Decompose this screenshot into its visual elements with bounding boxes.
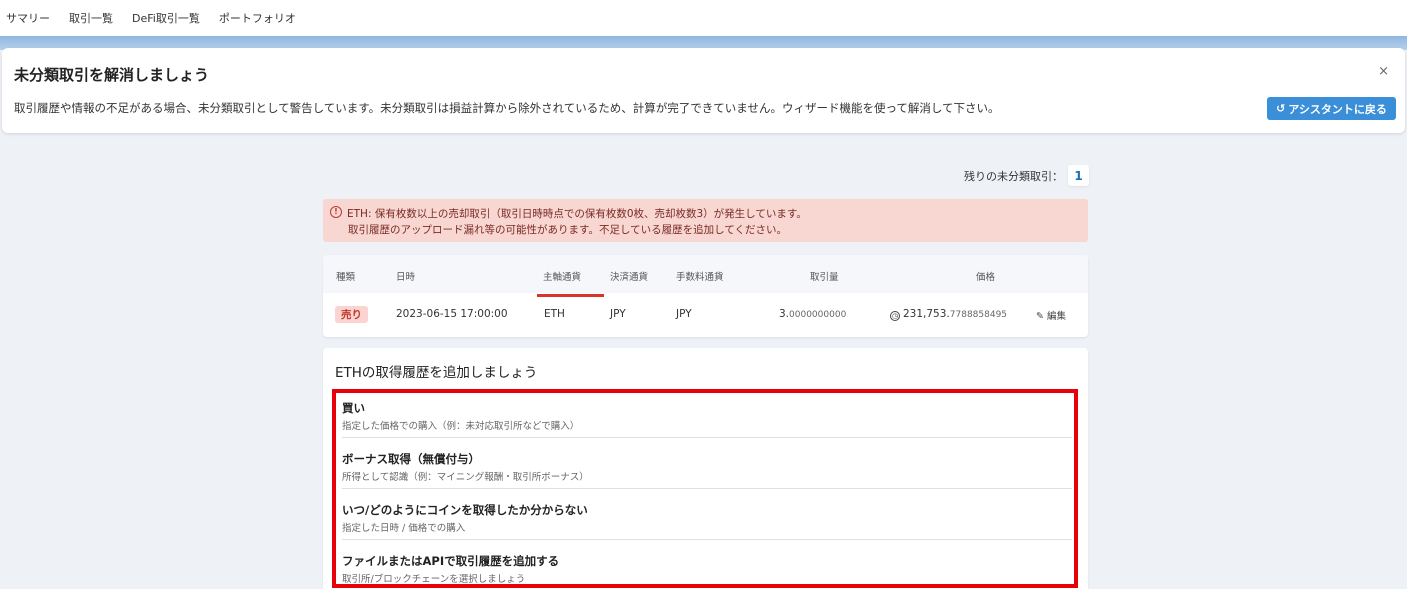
- edit-label: 編集: [1046, 311, 1066, 322]
- option-bonus[interactable]: ボーナス取得（無償付与） 所得として認識（例：マイニング報酬・取引所ボーナス）: [342, 446, 1072, 489]
- row-date: 2023-06-15 17:00:00: [396, 308, 508, 320]
- option-subtitle: 指定した日時 / 価格での購入: [342, 523, 466, 534]
- transaction-table: 種類 日時 主軸通貨 決済通貨 手数料通貨 取引量 価格 売り 2023-06-…: [323, 255, 1088, 337]
- amount-integer: 3.: [779, 308, 790, 320]
- option-title: ボーナス取得（無償付与）: [342, 452, 480, 466]
- amount-decimal: 0000000000: [789, 310, 847, 320]
- banner-description: 取引履歴や情報の不足がある場合、未分類取引として警告しています。未分類取引は損益…: [14, 101, 1000, 115]
- assistant-button-label: アシスタントに戻る: [1288, 102, 1387, 116]
- table-row: 売り 2023-06-15 17:00:00 ETH JPY JPY 3.000…: [323, 293, 1088, 337]
- option-file-or-api[interactable]: ファイルまたはAPIで取引履歴を追加する 取引所/ブロックチェーンを選択しましょ…: [342, 548, 1072, 589]
- row-fee-currency: JPY: [676, 308, 692, 320]
- option-subtitle: 所得として認識（例：マイニング報酬・取引所ボーナス）: [342, 472, 589, 483]
- edit-button[interactable]: ✎ 編集: [1036, 308, 1066, 322]
- alert-circle-icon: !: [330, 206, 342, 218]
- price-decimal: 7788858495: [949, 310, 1008, 320]
- undo-icon: ↺: [1276, 102, 1286, 115]
- nav-item-transactions[interactable]: 取引一覧: [69, 10, 113, 26]
- top-nav: サマリー 取引一覧 DeFi取引一覧 ポートフォリオ: [0, 0, 1407, 36]
- price-main: 231,753.: [903, 308, 950, 320]
- row-base-currency: ETH: [544, 308, 565, 320]
- remaining-unclassified: 残りの未分類取引： 1: [964, 165, 1089, 186]
- remaining-count-badge: 1: [1068, 165, 1089, 186]
- banner-title: 未分類取引を解消しましょう: [14, 66, 210, 84]
- edit-icon: ✎: [1036, 311, 1047, 322]
- warning-alert: ! ETH: 保有枚数以上の売却取引（取引日時時点での保有枚数0枚、売却枚数3）…: [323, 199, 1088, 242]
- option-subtitle: 指定した価格での購入（例：未対応取引所などで購入）: [342, 421, 580, 432]
- table-header: 種類 日時 主軸通貨 決済通貨 手数料通貨 取引量 価格: [323, 255, 1088, 293]
- back-to-assistant-button[interactable]: ↺ アシスタントに戻る: [1267, 97, 1396, 120]
- clock-icon: ◷: [890, 311, 900, 321]
- header-settle-currency: 決済通貨: [610, 272, 649, 283]
- option-title: 買い: [342, 401, 365, 415]
- option-title: いつ/どのようにコインを取得したか分からない: [342, 503, 588, 517]
- acquisition-card: ETHの取得履歴を追加しましょう 買い 指定した価格での購入（例：未対応取引所な…: [323, 348, 1088, 589]
- option-title: ファイルまたはAPIで取引履歴を追加する: [342, 554, 560, 568]
- header-type: 種類: [336, 272, 356, 283]
- header-date: 日時: [396, 272, 416, 283]
- option-unknown-acquisition[interactable]: いつ/どのようにコインを取得したか分からない 指定した日時 / 価格での購入: [342, 497, 1072, 540]
- alert-message-line1: ETH: 保有枚数以上の売却取引（取引日時時点での保有枚数0枚、売却枚数3）が発…: [347, 208, 807, 220]
- header-base-currency: 主軸通貨: [543, 272, 582, 283]
- close-icon[interactable]: ×: [1378, 64, 1389, 79]
- unclassified-banner: 未分類取引を解消しましょう 取引履歴や情報の不足がある場合、未分類取引として警告…: [2, 48, 1405, 133]
- nav-item-portfolio[interactable]: ポートフォリオ: [219, 10, 296, 26]
- row-price: ◷ 231,753.7788858495: [890, 308, 1007, 321]
- options-highlight: 買い 指定した価格での購入（例：未対応取引所などで購入） ボーナス取得（無償付与…: [332, 389, 1078, 588]
- sell-badge: 売り: [335, 306, 368, 323]
- remaining-label: 残りの未分類取引：: [964, 169, 1063, 183]
- row-settle-currency: JPY: [610, 308, 626, 320]
- acquisition-title: ETHの取得履歴を追加しましょう: [335, 365, 538, 381]
- header-price: 価格: [976, 272, 996, 283]
- option-subtitle: 取引所/ブロックチェーンを選択しましょう: [342, 574, 526, 585]
- active-currency-underline: [537, 294, 604, 297]
- header-fee-currency: 手数料通貨: [676, 272, 724, 283]
- alert-message-line2: 取引履歴のアップロード漏れ等の可能性があります。不足している履歴を追加してくださ…: [348, 224, 788, 236]
- nav-item-defi-transactions[interactable]: DeFi取引一覧: [132, 10, 200, 26]
- header-amount: 取引量: [810, 272, 839, 283]
- nav-item-summary[interactable]: サマリー: [6, 10, 50, 26]
- option-buy[interactable]: 買い 指定した価格での購入（例：未対応取引所などで購入）: [342, 395, 1072, 438]
- row-amount: 3.0000000000: [779, 308, 846, 320]
